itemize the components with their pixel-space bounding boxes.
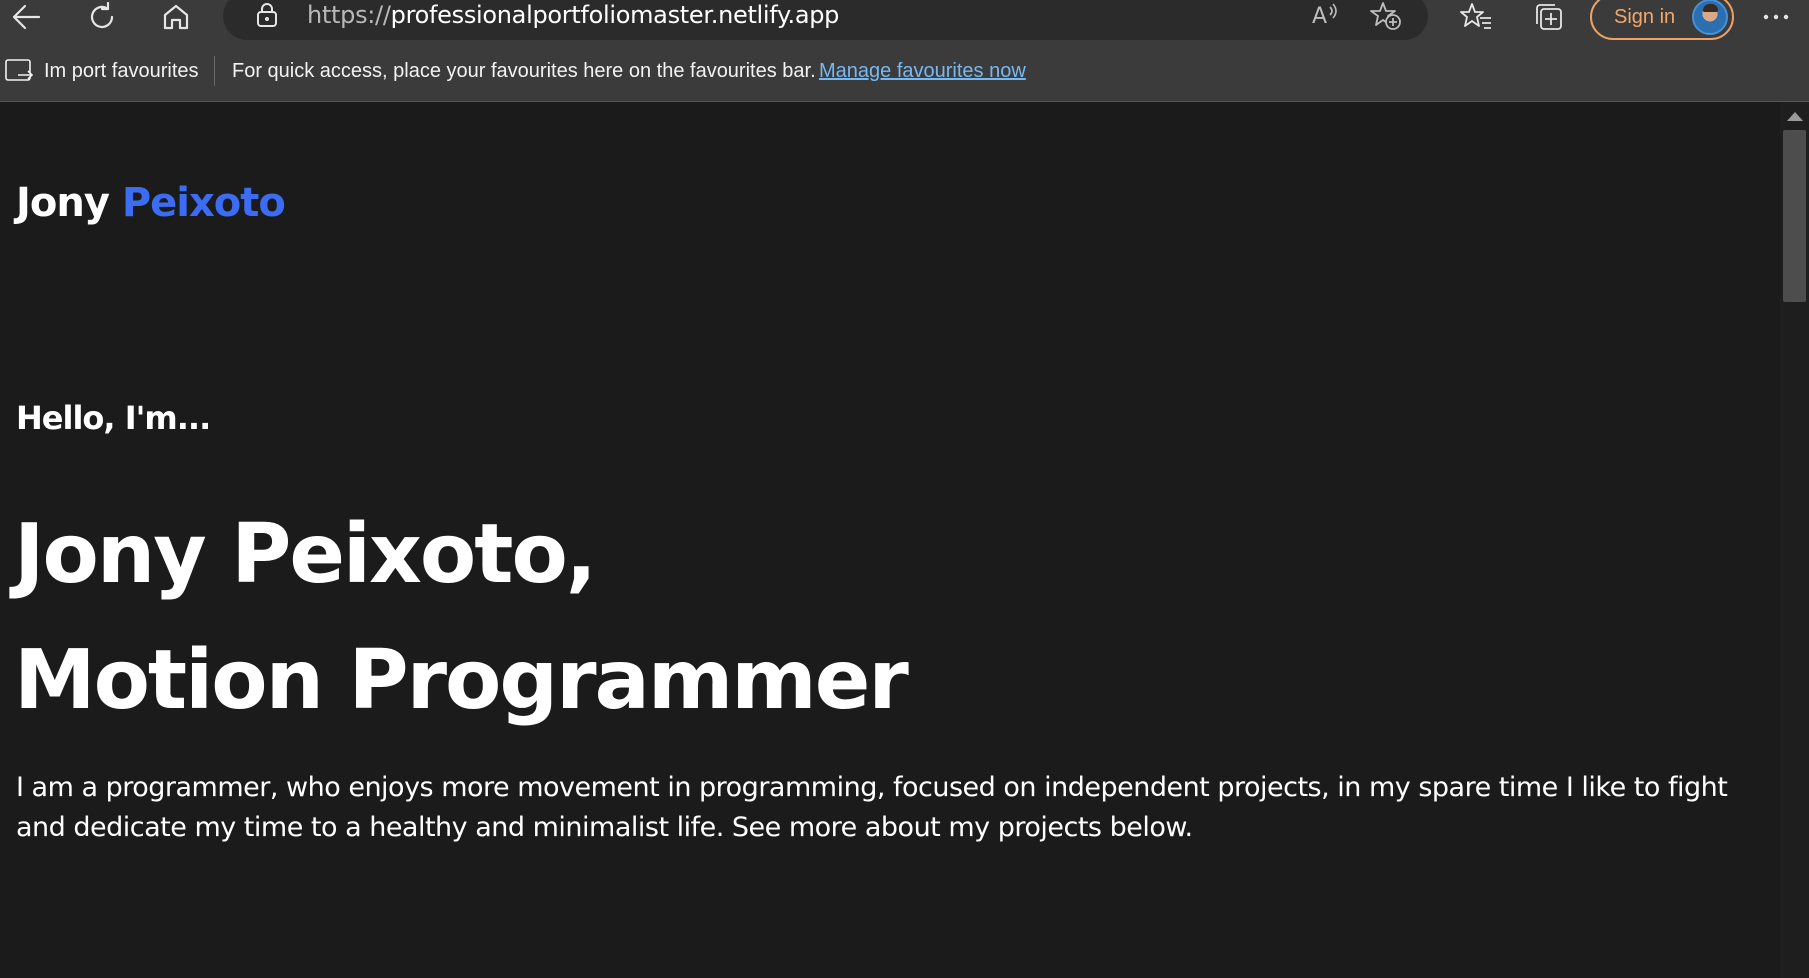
favourites-button[interactable] [1454, 0, 1498, 34]
logo-first-name: Jony [16, 180, 122, 226]
address-bar[interactable]: https://professionalportfoliomaster.netl… [223, 0, 1428, 40]
favourites-hint: For quick access, place your favourites … [232, 60, 816, 82]
site-logo[interactable]: Jony Peixoto [16, 178, 286, 228]
back-button[interactable] [4, 0, 48, 34]
intro-paragraph: I am a programmer, who enjoys more movem… [16, 772, 1728, 843]
hero-title-line-2: Motion Programmer [14, 633, 909, 728]
more-icon [1763, 14, 1789, 20]
scrollbar-thumb[interactable] [1783, 130, 1806, 302]
collections-icon [1536, 4, 1562, 30]
collections-button[interactable] [1527, 0, 1571, 34]
add-favourite-icon[interactable] [1370, 1, 1402, 36]
import-favourites-button[interactable]: Im port favourites [44, 58, 199, 84]
page-content: Jony Peixoto Hello, I'm... Jony Peixoto,… [0, 102, 1780, 978]
scroll-up-arrow-icon[interactable] [1787, 112, 1803, 121]
sign-in-button[interactable]: Sign in [1590, 0, 1734, 40]
logo-last-name: Peixoto [121, 180, 286, 226]
refresh-icon [90, 2, 114, 29]
favourites-icon [1460, 3, 1491, 29]
url-protocol: https:// [307, 1, 391, 29]
refresh-button[interactable] [80, 0, 124, 34]
manage-favourites-link[interactable]: Manage favourites now [819, 58, 1026, 84]
greeting: Hello, I'm... [16, 399, 211, 437]
page-scrollbar[interactable] [1780, 102, 1809, 978]
import-favourites-icon[interactable] [4, 58, 34, 90]
home-icon [163, 4, 189, 30]
hero-title: Jony Peixoto, Motion Programmer [14, 492, 909, 744]
back-icon [12, 4, 41, 30]
svg-text:A: A [1312, 4, 1327, 29]
favourites-bar: Im port favourites For quick access, pla… [0, 42, 1809, 102]
lock-icon[interactable] [255, 2, 279, 33]
avatar [1692, 0, 1728, 35]
more-button[interactable] [1754, 0, 1798, 34]
hero-title-line-1: Jony Peixoto, [14, 507, 597, 602]
url-text[interactable]: https://professionalportfoliomaster.netl… [307, 0, 839, 30]
read-aloud-icon[interactable]: A [1310, 1, 1340, 34]
url-host: professionalportfoliomaster.netlify.app [390, 1, 840, 29]
sign-in-label: Sign in [1614, 5, 1676, 28]
divider [214, 56, 215, 86]
browser-toolbar: https://professionalportfoliomaster.netl… [0, 0, 1809, 42]
home-button[interactable] [154, 0, 198, 34]
